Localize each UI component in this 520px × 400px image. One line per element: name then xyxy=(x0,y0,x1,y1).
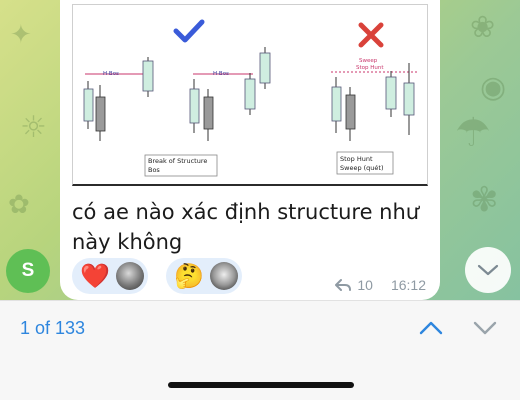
reaction-thinking[interactable]: 🤔 xyxy=(166,258,242,294)
bos-label: H-Bos xyxy=(213,71,229,77)
reply-icon xyxy=(335,279,352,291)
checkmark-icon xyxy=(173,19,205,43)
next-result-button[interactable] xyxy=(472,317,498,339)
wallpaper-doodle-icon: ☂ xyxy=(455,110,491,156)
candle-bullish xyxy=(403,82,415,116)
wallpaper-doodle-icon: ❀ xyxy=(470,10,496,45)
chevron-down-icon xyxy=(477,264,499,276)
candle-bullish xyxy=(331,86,342,122)
wallpaper-doodle-icon: ☼ xyxy=(20,110,47,145)
sweep-label: Sweep xyxy=(359,58,378,64)
avatar xyxy=(209,262,238,290)
candle-bearish xyxy=(95,96,106,132)
thinking-face-icon: 🤔 xyxy=(174,262,204,290)
candle-bearish xyxy=(345,94,356,130)
sender-avatar[interactable]: S xyxy=(6,249,50,293)
wallpaper-doodle-icon: ✾ xyxy=(470,180,499,220)
candle-bullish xyxy=(189,88,200,124)
candle-bullish xyxy=(259,52,271,84)
message-time: 16:12 xyxy=(390,277,426,293)
candle-bullish xyxy=(142,60,154,92)
candle-bullish xyxy=(385,76,397,110)
reply-count: 10 xyxy=(357,277,373,293)
caption-text: Sweep (quét) xyxy=(340,164,384,172)
wallpaper-doodle-icon: ✿ xyxy=(8,190,30,220)
caption-text: Break of Structure xyxy=(148,157,207,165)
candle-bearish xyxy=(203,96,214,130)
bos-label: H-Bos xyxy=(103,71,119,77)
wallpaper-doodle-icon: ✦ xyxy=(10,20,32,50)
avatar xyxy=(115,262,144,290)
chevron-up-icon xyxy=(419,321,443,335)
cross-icon xyxy=(358,22,384,48)
candle-bullish xyxy=(83,88,94,122)
message-text: có ae nào xác định structure như này khô… xyxy=(72,200,420,254)
sweep-label: Stop Hunt xyxy=(356,65,384,71)
home-indicator xyxy=(168,382,354,388)
scroll-down-button[interactable] xyxy=(465,247,511,293)
search-result-counter: 1 of 133 xyxy=(20,318,86,338)
structure-diagram: H-Bos H-Bos Break of Structure Bos Sweep… xyxy=(83,19,418,177)
wallpaper-doodle-icon: ◉ xyxy=(480,70,507,105)
candle-bullish xyxy=(244,78,256,110)
previous-result-button[interactable] xyxy=(418,317,444,339)
reaction-heart[interactable]: ❤️ xyxy=(72,258,148,294)
message-meta: 10 16:12 xyxy=(335,277,426,293)
message-bubble[interactable]: H-Bos H-Bos Break of Structure Bos Sweep… xyxy=(60,0,440,300)
message-image[interactable]: H-Bos H-Bos Break of Structure Bos Sweep… xyxy=(72,4,428,186)
heart-icon: ❤️ xyxy=(80,262,110,290)
caption-text: Stop Hunt xyxy=(340,155,373,163)
chevron-down-icon xyxy=(473,321,497,335)
caption-text: Bos xyxy=(148,166,160,174)
